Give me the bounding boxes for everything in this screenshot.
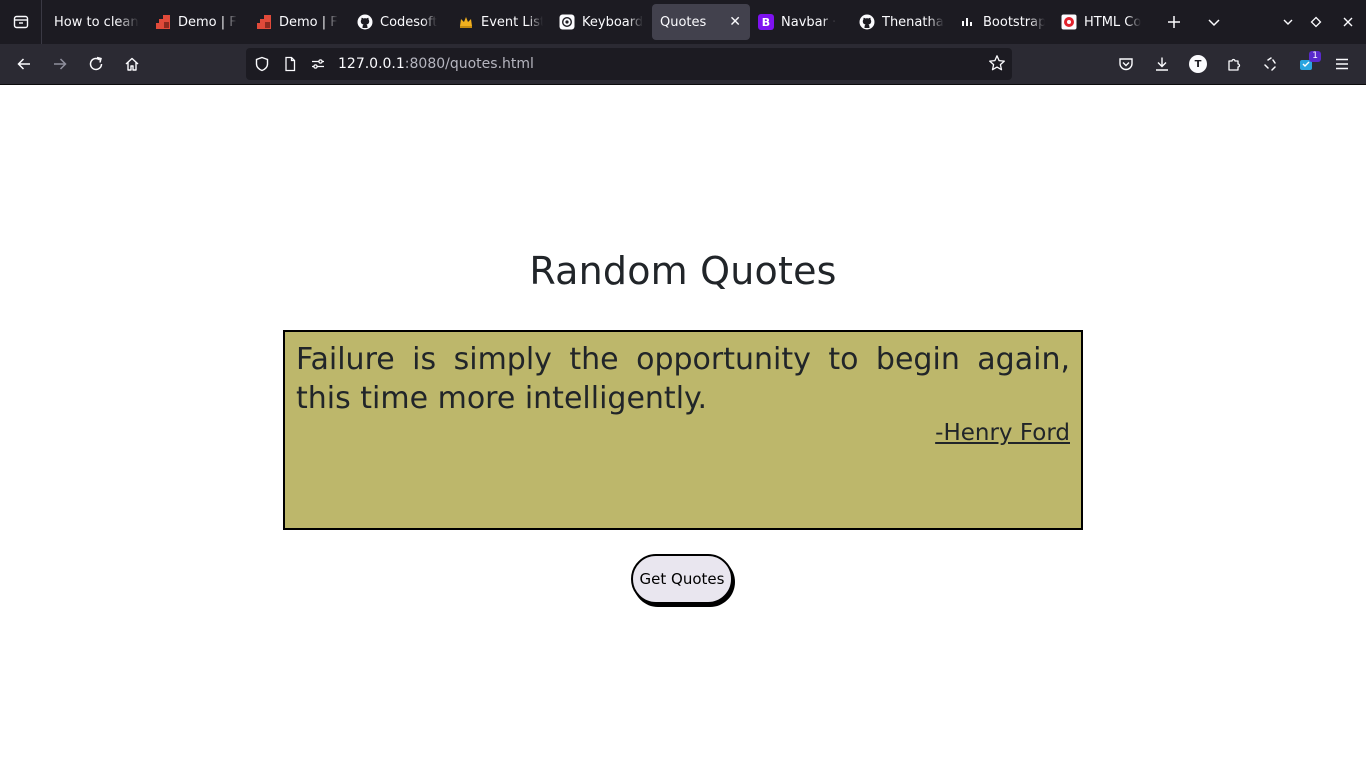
share-button[interactable] <box>1252 48 1288 80</box>
tab-list-overflow-button[interactable] <box>1198 6 1230 38</box>
tab-keyboard[interactable]: Keyboard <box>551 4 652 40</box>
toolbar-buttons: T 1 <box>1108 48 1360 80</box>
permissions-icon[interactable] <box>304 48 332 80</box>
tab-title: Quotes <box>660 14 707 30</box>
firefox-view-icon <box>13 15 28 29</box>
address-bar[interactable]: 127.0.0.1:8080/quotes.html <box>246 48 1012 80</box>
tab-thenatha[interactable]: Thenatha <box>851 4 952 40</box>
tab-title: Demo | F <box>178 14 237 30</box>
tab-title: Thenatha <box>882 14 944 30</box>
get-quotes-button[interactable]: Get Quotes <box>631 554 733 604</box>
home-button[interactable] <box>114 48 150 80</box>
url-text: 127.0.0.1:8080/quotes.html <box>338 56 534 72</box>
tab-title: Keyboard <box>582 14 644 30</box>
tab-how-to-clean[interactable]: How to clean <box>46 4 147 40</box>
tab-codesoft[interactable]: Codesoft <box>349 4 450 40</box>
download-icon <box>1156 57 1168 71</box>
bootstrap-icon: B <box>758 14 774 30</box>
tab-title: Demo | F <box>279 14 338 30</box>
extension-badge: 1 <box>1309 51 1321 62</box>
quote-box: Failure is simply the opportunity to beg… <box>283 330 1083 530</box>
github-icon <box>859 14 875 30</box>
tab-title: How to clean <box>54 14 139 30</box>
plus-icon <box>1168 16 1180 28</box>
reload-icon <box>89 56 103 71</box>
tab-title: Event List <box>481 14 543 30</box>
quote-author: -Henry Ford <box>935 420 1070 446</box>
forward-button[interactable] <box>42 48 78 80</box>
tab-bootstrap[interactable]: Bootstrap <box>952 4 1053 40</box>
pocket-icon <box>1119 58 1133 71</box>
tab-title: Bootstrap <box>983 14 1045 30</box>
new-tab-button[interactable] <box>1158 6 1190 38</box>
tab-title: Codesoft <box>380 14 438 30</box>
page-title: Random Quotes <box>529 249 837 293</box>
url-host: 127.0.0.1 <box>338 56 405 72</box>
demo-icon <box>256 14 272 30</box>
menu-button[interactable] <box>1324 48 1360 80</box>
crown-icon <box>458 14 474 30</box>
account-button[interactable]: T <box>1180 48 1216 80</box>
tab-title: Navbar · <box>781 14 837 30</box>
back-arrow-icon <box>17 58 30 70</box>
tab-navbar[interactable]: B Navbar · <box>750 4 851 40</box>
tab-demo-1[interactable]: Demo | F <box>147 4 248 40</box>
bars-icon <box>960 14 976 30</box>
url-path: :8080/quotes.html <box>404 56 534 72</box>
bookmark-star-icon[interactable] <box>988 54 1006 76</box>
pocket-button[interactable] <box>1108 48 1144 80</box>
github-icon <box>357 14 373 30</box>
close-icon <box>1343 17 1353 27</box>
tab-title: HTML Co <box>1084 14 1142 30</box>
minimize-button[interactable] <box>1274 6 1302 38</box>
html-icon <box>1061 14 1077 30</box>
chevron-down-icon <box>1283 19 1293 25</box>
firefox-view-button[interactable] <box>0 0 42 44</box>
diamond-icon <box>1310 16 1322 28</box>
close-tab-icon[interactable]: ✕ <box>729 14 741 30</box>
tab-quotes[interactable]: Quotes ✕ <box>652 4 750 40</box>
page-info-icon[interactable] <box>276 48 304 80</box>
tab-html-color[interactable]: HTML Co <box>1053 4 1154 40</box>
avatar: T <box>1189 55 1207 73</box>
puzzle-icon <box>1228 58 1241 71</box>
tab-event-list[interactable]: Event List <box>450 4 551 40</box>
tracking-protection-shield-icon[interactable] <box>248 48 276 80</box>
openai-icon <box>559 14 575 30</box>
window-controls <box>1274 0 1366 44</box>
forward-arrow-icon <box>54 58 67 70</box>
demo-icon <box>155 14 171 30</box>
hamburger-menu-icon <box>1336 58 1348 70</box>
page-content: Random Quotes Failure is simply the oppo… <box>0 85 1366 768</box>
extensions-puzzle-button[interactable] <box>1216 48 1252 80</box>
home-icon <box>125 57 139 71</box>
back-button[interactable] <box>6 48 42 80</box>
share-nodes-icon <box>1264 57 1276 71</box>
tab-strip: How to clean Demo | F Demo | F Codesoft … <box>42 0 1230 44</box>
extension-button[interactable]: 1 <box>1288 48 1324 80</box>
downloads-button[interactable] <box>1144 48 1180 80</box>
navigation-toolbar: 127.0.0.1:8080/quotes.html T 1 <box>0 44 1366 85</box>
quote-text: Failure is simply the opportunity to beg… <box>296 342 1070 416</box>
chevron-down-icon <box>1208 19 1220 27</box>
maximize-button[interactable] <box>1302 6 1330 38</box>
reload-button[interactable] <box>78 48 114 80</box>
close-window-button[interactable] <box>1330 6 1366 38</box>
tab-demo-2[interactable]: Demo | F <box>248 4 349 40</box>
tab-bar: How to clean Demo | F Demo | F Codesoft … <box>0 0 1366 44</box>
